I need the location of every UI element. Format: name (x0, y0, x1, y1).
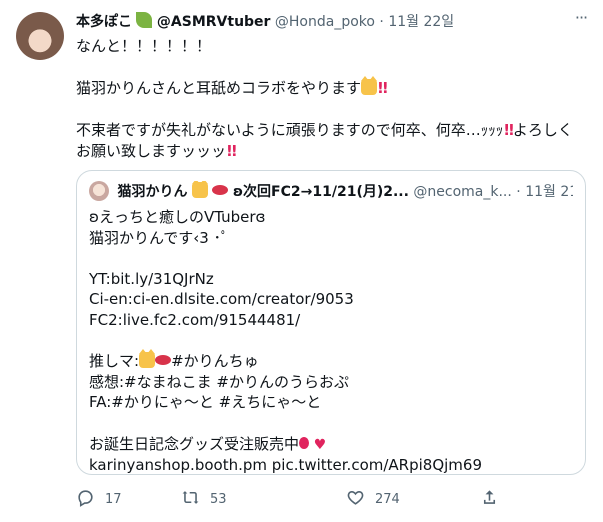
quoted-line: 推しマ: #かりんちゅ (89, 349, 569, 372)
author-name-suffix[interactable]: @ASMRVtuber (157, 14, 271, 30)
tweet-line-text: 猫羽かりんさんと耳舐めコラボをやります (76, 79, 362, 97)
quoted-line-text: お誕生日記念グッズ受注販売中 (89, 434, 300, 453)
separator: · (379, 14, 384, 30)
retweet-count: 53 (210, 492, 227, 507)
share-icon (483, 490, 496, 504)
reply-button[interactable]: 17 (76, 488, 122, 512)
more-icon[interactable]: ··· (571, 10, 591, 30)
tweet[interactable]: 本多ぽこ @ASMRVtuber @Honda_poko · 11월 22일 ·… (0, 0, 603, 522)
tweet-text: なんと！！！！！！ 猫羽かりんさんと耳舐めコラボをやります!! 不束者ですが失礼… (76, 36, 586, 162)
quoted-author-name-tail: ʚ次回FC2→11/21(月)2... (232, 184, 409, 200)
cat-emoji-icon (139, 349, 156, 369)
quoted-date: 11월 21일 (525, 184, 573, 200)
tweet-header: 本多ぽこ @ASMRVtuber @Honda_poko · 11월 22일 (76, 12, 563, 32)
quoted-author-name: 猫羽かりん (117, 184, 188, 200)
tweet-line-text: 不束者ですが失礼がないように頑張りますので何卒、何卒…ｯｯｯ (76, 121, 504, 139)
quoted-line: 感想:#なまねこま #かりんのうらおぷ (89, 372, 349, 391)
quoted-line: FC2:live.fc2.com/91544481/ (89, 310, 301, 329)
action-bar: 17 53 274 (76, 488, 506, 512)
retweet-icon (182, 491, 199, 504)
quoted-line-text: 推しマ: (89, 352, 140, 371)
tweet-line: なんと！！！！！！ (76, 37, 212, 55)
quoted-line: 猫羽かりんです‹3 ･ﾟ (89, 228, 229, 247)
balloon-emoji-icon (299, 436, 310, 449)
tweet-line: 不束者ですが失礼がないように頑張りますので何卒、何卒…ｯｯｯ!!よろしく (76, 120, 586, 141)
tweet-line: お願い致しますッッッ!! (76, 141, 586, 162)
avatar[interactable] (16, 12, 64, 60)
quoted-line: ʚえっちと癒しのVTuberɞ (89, 208, 266, 226)
leaf-emoji-icon (136, 12, 153, 28)
author-name[interactable]: 本多ぽこ (76, 14, 132, 30)
share-button[interactable] (480, 488, 509, 512)
tweet-line-text: お願い致しますッッッ (76, 142, 227, 160)
double-exclamation-icon: !! (226, 142, 238, 160)
like-button[interactable]: 274 (346, 488, 400, 512)
reply-count: 17 (105, 492, 122, 507)
double-exclamation-icon: !! (377, 79, 389, 97)
cat-emoji-icon (191, 181, 208, 198)
hearts-emoji-icon: ♥ (313, 436, 327, 453)
tweet-date[interactable]: 11월 22일 (388, 14, 454, 30)
retweet-button[interactable]: 53 (181, 488, 227, 512)
author-handle[interactable]: @Honda_poko (275, 14, 375, 30)
quoted-line: Ci-en:ci-en.dlsite.com/creator/9053 (89, 290, 354, 309)
quoted-line: FA:#かりにゃ～と #えちにゃ～と (89, 393, 322, 412)
quoted-line: karinyanshop.booth.pm pic.twitter.com/AR… (89, 456, 483, 475)
lips-emoji-icon (155, 355, 172, 366)
double-exclamation-icon: !! (503, 121, 515, 139)
quoted-tweet[interactable]: 猫羽かりん ʚ次回FC2→11/21(月)2... @necoma_k... ·… (76, 170, 586, 475)
like-count: 274 (375, 492, 400, 507)
cat-emoji-icon (361, 76, 378, 95)
lips-emoji-icon (212, 185, 229, 195)
tweet-line-text: よろしく (512, 121, 573, 139)
tweet-line: 猫羽かりんさんと耳舐めコラボをやります!! (76, 76, 586, 99)
separator: · (516, 184, 521, 200)
quoted-handle: @necoma_k... (413, 184, 512, 200)
quoted-avatar (89, 181, 109, 201)
quoted-line-text: #かりんちゅ (171, 352, 259, 371)
quoted-tweet-header: 猫羽かりん ʚ次回FC2→11/21(月)2... @necoma_k... ·… (89, 181, 573, 201)
like-icon (347, 491, 364, 505)
quoted-tweet-text: ʚえっちと癒しのVTuberɞ 猫羽かりんです‹3 ･ﾟ YT:bit.ly/3… (89, 207, 569, 476)
reply-icon (78, 490, 93, 507)
quoted-line: お誕生日記念グッズ受注販売中 ♥ (89, 434, 569, 456)
quoted-line: YT:bit.ly/31QJrNz (89, 269, 214, 288)
